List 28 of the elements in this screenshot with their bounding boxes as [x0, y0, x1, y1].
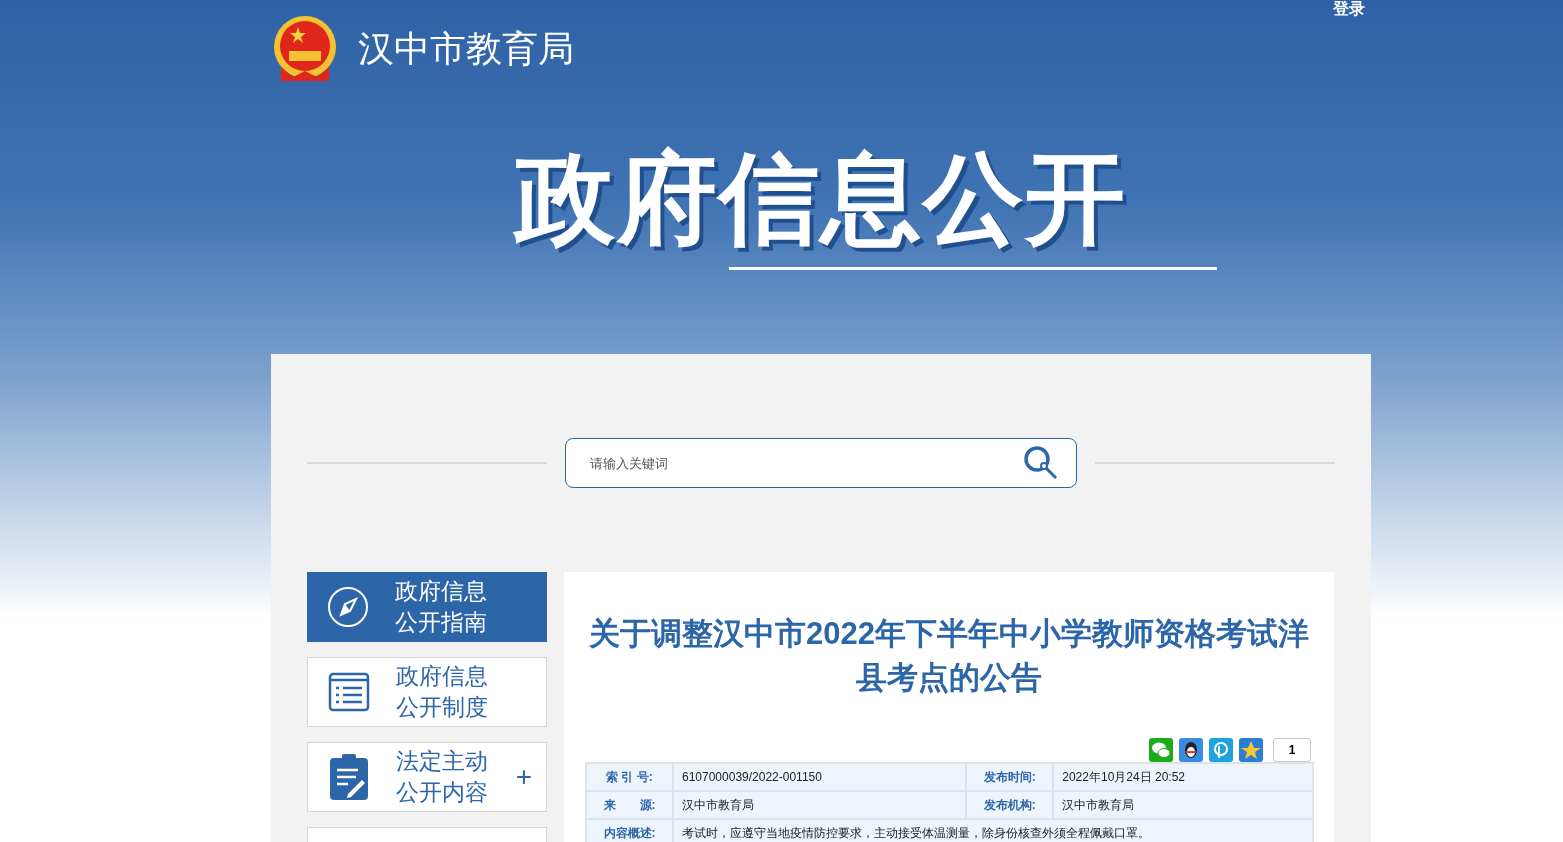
field-label: 索 引 号:	[606, 770, 653, 784]
login-link[interactable]: 登录	[1333, 0, 1365, 18]
field-label: 发布时间:	[983, 770, 1036, 784]
circle-p-icon[interactable]	[1209, 738, 1233, 762]
field-value: 2022年10月24日 20:52	[1062, 770, 1186, 784]
field-label: 内容概述:	[603, 826, 656, 840]
field-value: 汉中市教育局	[682, 798, 754, 812]
article-title: 关于调整汉中市2022年下半年中小学教师资格考试洋县考点的公告	[588, 615, 1310, 697]
sidebar-item[interactable]: 政府信息公开指南	[307, 572, 547, 642]
banner-title: 政府信息公开	[515, 148, 1127, 248]
list-icon	[328, 672, 370, 712]
field-label: 来 源:	[603, 798, 656, 812]
field-value: 考试时，应遵守当地疫情防控要求，主动接受体温测量，除身份核查外须全程佩戴口罩。	[682, 826, 1150, 840]
field-label: 发布机构:	[983, 798, 1036, 812]
field-value: 汉中市教育局	[1062, 798, 1135, 812]
sidebar-item[interactable]: 法定主动公开内容 +	[307, 742, 547, 812]
star-icon[interactable]	[1239, 738, 1263, 762]
share-count: 1	[1273, 738, 1311, 762]
search-field[interactable]: 请输入关键词	[565, 438, 1077, 488]
expand-icon[interactable]: +	[515, 763, 532, 791]
site-name: 汉中市教育局	[358, 31, 574, 67]
search-icon[interactable]	[1023, 445, 1059, 481]
penguin-icon[interactable]	[1179, 738, 1203, 762]
compass-icon	[327, 586, 369, 628]
clipboard-icon	[328, 754, 370, 800]
sidebar-item[interactable]: 政府信息公开制度	[307, 657, 547, 727]
chat-bubbles-icon[interactable]	[1149, 738, 1173, 762]
field-value: 6107000039/2022-001150	[682, 770, 822, 784]
